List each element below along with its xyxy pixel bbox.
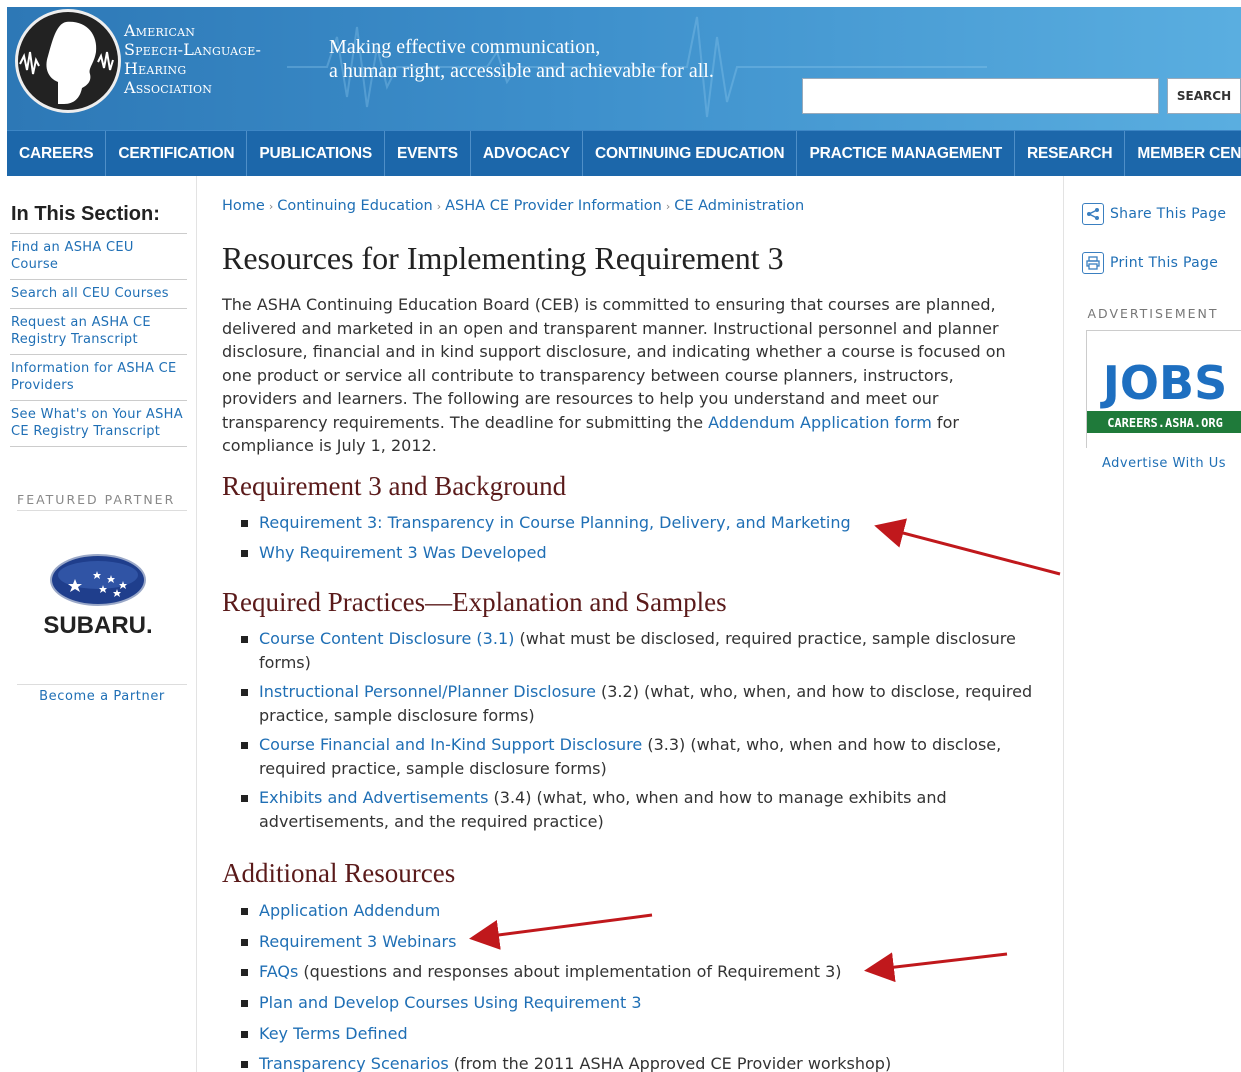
breadcrumb-home[interactable]: Home <box>222 198 265 214</box>
printer-icon <box>1082 252 1104 274</box>
nav-item-continuing-education[interactable]: CONTINUING EDUCATION <box>583 131 798 176</box>
requirement3-webinars-link[interactable]: Requirement 3 Webinars <box>259 932 456 951</box>
addendum-application-link[interactable]: Addendum Application form <box>708 413 932 432</box>
nav-item-member-center[interactable]: MEMBER CENTER <box>1125 131 1241 176</box>
print-label: Print This Page <box>1110 255 1219 271</box>
right-sidebar: Share This Page Print This Page ADVERTIS… <box>1063 176 1241 1072</box>
site-header: American Speech-Language- Hearing Associ… <box>7 7 1241 130</box>
list-item-description: (questions and responses about implement… <box>298 962 842 982</box>
jobs-advertisement[interactable]: JOBS CAREERS.ASHA.ORG <box>1086 330 1241 449</box>
search-input[interactable] <box>802 78 1159 114</box>
key-terms-link[interactable]: Key Terms Defined <box>259 1024 408 1043</box>
instructional-personnel-disclosure-link[interactable]: Instructional Personnel/Planner Disclosu… <box>259 682 596 701</box>
org-name-line: Association <box>124 78 213 97</box>
share-label: Share This Page <box>1110 206 1227 222</box>
application-addendum-link[interactable]: Application Addendum <box>259 901 440 920</box>
list-item: Exhibits and Advertisements (3.4) (what,… <box>241 786 1041 834</box>
breadcrumb-separator: › <box>665 200 671 213</box>
section-link-search-courses[interactable]: Search all CEU Courses <box>11 286 169 301</box>
exhibits-advertisements-link[interactable]: Exhibits and Advertisements <box>259 788 488 807</box>
breadcrumb-separator: › <box>268 200 274 213</box>
intro-paragraph: The ASHA Continuing Education Board (CEB… <box>222 293 1032 458</box>
breadcrumb: Home › Continuing Education › ASHA CE Provid… <box>222 198 804 214</box>
print-page-link[interactable]: Print This Page <box>1082 252 1218 274</box>
nav-item-events[interactable]: EVENTS <box>385 131 471 176</box>
org-name-line: Speech-Language- <box>124 40 262 59</box>
tagline-line: Making effective communication, <box>329 36 601 58</box>
section-heading-additional: Additional Resources <box>222 858 456 888</box>
list-item: Requirement 3 Webinars <box>241 929 1041 960</box>
subaru-wordmark: SUBARU. <box>43 612 152 639</box>
transparency-scenarios-link[interactable]: Transparency Scenarios <box>259 1054 449 1072</box>
become-partner-link[interactable]: Become a Partner <box>17 684 187 704</box>
background-resource-list: Requirement 3: Transparency in Course Pl… <box>241 510 1041 570</box>
main-content: Home › Continuing Education › ASHA CE Provid… <box>221 176 1051 1072</box>
subaru-logo[interactable]: SUBARU. <box>27 551 177 641</box>
page-title: Resources for Implementing Requirement 3 <box>222 240 784 276</box>
nav-item-research[interactable]: RESEARCH <box>1015 131 1126 176</box>
ad-title: JOBS <box>1100 356 1227 410</box>
list-item: Transparency Scenarios (from the 2011 AS… <box>241 1051 1041 1072</box>
section-heading-background: Requirement 3 and Background <box>222 471 567 501</box>
nav-item-careers[interactable]: CAREERS <box>7 131 107 176</box>
additional-resource-list: Application Addendum Requirement 3 Webin… <box>241 898 1041 1072</box>
financial-support-disclosure-link[interactable]: Course Financial and In-Kind Support Dis… <box>259 735 642 754</box>
share-icon <box>1082 203 1104 225</box>
share-page-link[interactable]: Share This Page <box>1082 203 1226 225</box>
nav-item-publications[interactable]: PUBLICATIONS <box>247 131 386 176</box>
advertisement-label: ADVERTISEMENT <box>1087 306 1219 321</box>
tagline: Making effective communication, a human … <box>329 35 714 83</box>
org-name-line: American <box>124 21 196 40</box>
list-item: Key Terms Defined <box>241 1021 1041 1052</box>
list-item: Plan and Develop Courses Using Requireme… <box>241 990 1041 1021</box>
list-item: FAQs (questions and responses about impl… <box>241 959 1041 990</box>
ad-subtitle: CAREERS.ASHA.ORG <box>1107 416 1223 430</box>
asha-logo[interactable] <box>15 9 121 113</box>
plan-develop-courses-link[interactable]: Plan and Develop Courses Using Requireme… <box>259 993 642 1012</box>
section-link-provider-info[interactable]: Information for ASHA CE Providers <box>11 361 177 393</box>
practices-resource-list: Course Content Disclosure (3.1) (what mu… <box>241 627 1041 839</box>
breadcrumb-provider-info[interactable]: ASHA CE Provider Information <box>445 198 662 214</box>
section-heading-practices: Required Practices—Explanation and Sampl… <box>222 587 727 617</box>
list-item: Instructional Personnel/Planner Disclosu… <box>241 680 1041 728</box>
org-name-line: Hearing <box>124 59 187 78</box>
nav-item-certification[interactable]: CERTIFICATION <box>106 131 248 176</box>
tagline-line: a human right, accessible and achievable… <box>329 60 714 82</box>
list-item: Course Content Disclosure (3.1) (what mu… <box>241 627 1041 675</box>
featured-partner-label: FEATURED PARTNER <box>17 492 187 511</box>
intro-text: The ASHA Continuing Education Board (CEB… <box>222 295 1006 432</box>
list-item: Application Addendum <box>241 898 1041 929</box>
breadcrumb-ce-administration[interactable]: CE Administration <box>674 198 804 214</box>
nav-item-advocacy[interactable]: ADVOCACY <box>471 131 583 176</box>
faqs-link[interactable]: FAQs <box>259 962 298 981</box>
section-link-request-transcript[interactable]: Request an ASHA CE Registry Transcript <box>11 315 151 347</box>
requirement3-transparency-link[interactable]: Requirement 3: Transparency in Course Pl… <box>259 513 851 532</box>
nav-item-practice-management[interactable]: PRACTICE MANAGEMENT <box>797 131 1015 176</box>
course-content-disclosure-link[interactable]: Course Content Disclosure (3.1) <box>259 629 514 648</box>
advertise-with-us-link[interactable]: Advertise With Us <box>1064 456 1241 471</box>
list-item: Why Requirement 3 Was Developed <box>241 540 1041 570</box>
section-title: In This Section: <box>11 203 160 225</box>
list-item: Requirement 3: Transparency in Course Pl… <box>241 510 1041 540</box>
list-item: Course Financial and In-Kind Support Dis… <box>241 733 1041 781</box>
section-link-find-course[interactable]: Find an ASHA CEU Course <box>11 240 134 272</box>
section-link-view-transcript[interactable]: See What's on Your ASHA CE Registry Tran… <box>11 407 183 439</box>
breadcrumb-continuing-education[interactable]: Continuing Education <box>277 198 433 214</box>
list-item-description: (from the 2011 ASHA Approved CE Provider… <box>448 1054 892 1072</box>
main-nav: CAREERS CERTIFICATION PUBLICATIONS EVENT… <box>7 130 1241 176</box>
breadcrumb-separator: › <box>436 200 442 213</box>
left-sidebar: In This Section: Find an ASHA CEU Course… <box>7 176 197 1072</box>
search-button[interactable]: SEARCH <box>1167 78 1241 114</box>
organization-name: American Speech-Language- Hearing Associ… <box>124 21 261 97</box>
section-nav-list: Find an ASHA CEU Course Search all CEU C… <box>10 233 187 447</box>
why-requirement3-link[interactable]: Why Requirement 3 Was Developed <box>259 543 547 562</box>
